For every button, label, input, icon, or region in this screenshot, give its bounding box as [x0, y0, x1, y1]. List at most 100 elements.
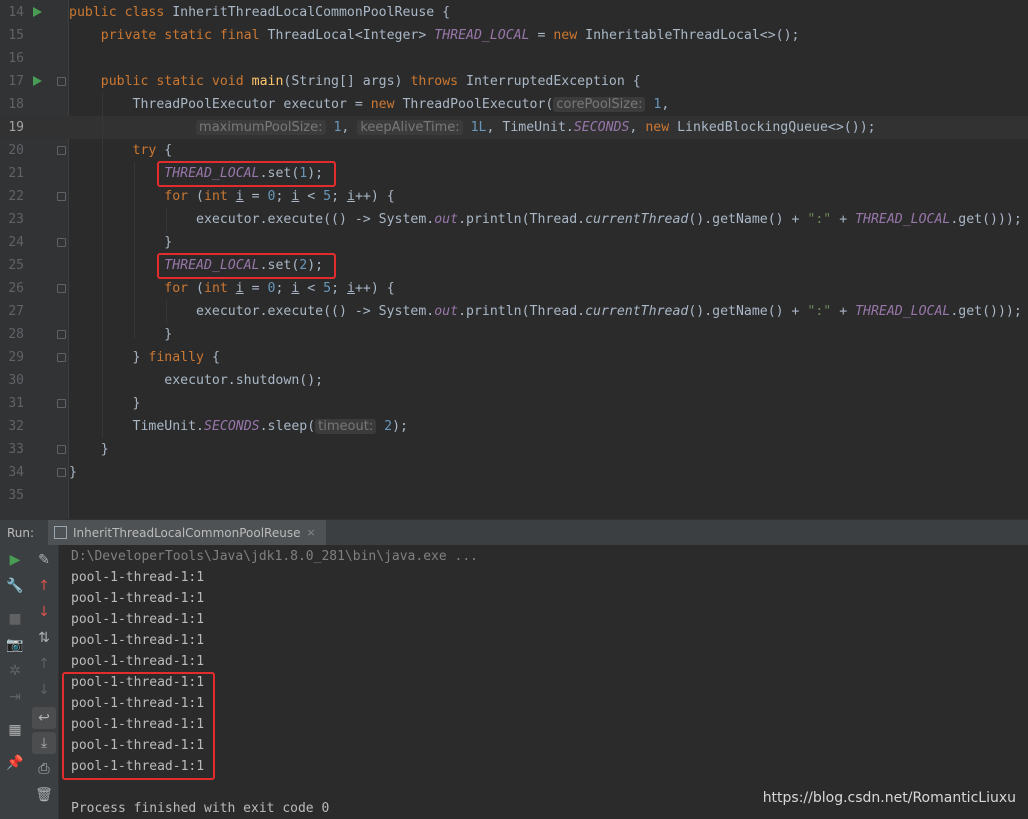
fold-icon[interactable]	[57, 192, 66, 201]
soft-wrap-icon[interactable]: ↩	[32, 707, 56, 729]
line-number: 33	[8, 442, 24, 457]
fold-icon[interactable]	[57, 77, 66, 86]
edit-icon[interactable]: ✎	[32, 549, 56, 571]
console-line: pool-1-thread-1:1	[71, 612, 205, 627]
code-text: ThreadPoolExecutor executor = new Thread…	[132, 97, 670, 112]
console-line: pool-1-thread-1:1	[71, 570, 205, 585]
indent-guide	[166, 300, 167, 323]
line-number: 17	[8, 74, 24, 89]
code-line[interactable]: 31 }	[0, 392, 1028, 415]
fold-icon[interactable]	[57, 445, 66, 454]
code-text: maximumPoolSize: 1, keepAliveTime: 1L, T…	[69, 116, 876, 139]
line-number: 26	[8, 281, 24, 296]
code-line[interactable]: 21 THREAD_LOCAL.set(1);	[0, 162, 1028, 185]
line-number: 24	[8, 235, 24, 250]
java-file-icon	[54, 526, 67, 539]
print-icon[interactable]: ⎙	[32, 758, 56, 780]
fold-icon[interactable]	[57, 284, 66, 293]
code-text: }	[69, 327, 173, 342]
code-editor[interactable]: 14 public class InheritThreadLocalCommon…	[0, 0, 1028, 519]
pin-icon[interactable]: 📌	[3, 752, 27, 774]
line-number: 15	[8, 28, 24, 43]
line-number: 19	[8, 120, 24, 135]
down-icon[interactable]: ↓	[32, 679, 56, 701]
arrow-down-icon[interactable]: ↓	[32, 601, 56, 623]
code-text: try {	[132, 143, 173, 158]
line-number: 30	[8, 373, 24, 388]
console-output[interactable]: D:\DeveloperTools\Java\jdk1.8.0_281\bin\…	[59, 545, 1028, 819]
code-line[interactable]: 29 } finally {	[0, 346, 1028, 369]
run-tab[interactable]: InheritThreadLocalCommonPoolReuse ×	[48, 520, 326, 545]
code-text: }	[69, 396, 141, 411]
up-icon[interactable]: ↑	[32, 653, 56, 675]
wrench-icon[interactable]: 🔧	[3, 575, 27, 597]
highlight-box-set-2	[157, 253, 336, 279]
fold-icon[interactable]	[57, 238, 66, 247]
line-number: 21	[8, 166, 24, 181]
code-line[interactable]: 25 THREAD_LOCAL.set(2);	[0, 254, 1028, 277]
console-exit-message: Process finished with exit code 0	[71, 801, 330, 816]
code-line[interactable]: 15 private static final ThreadLocal<Inte…	[0, 24, 1028, 47]
indent-guide	[102, 93, 103, 438]
line-number: 22	[8, 189, 24, 204]
camera-icon[interactable]: 📷	[3, 634, 27, 656]
line-number: 27	[8, 304, 24, 319]
rerun-icon[interactable]: ▶	[3, 549, 27, 571]
sort-icon[interactable]: ⇅	[32, 627, 56, 649]
code-text: } finally {	[69, 350, 220, 365]
code-text: TimeUnit.SECONDS.sleep(timeout: 2);	[132, 419, 408, 434]
code-line[interactable]: 17 public static void main(String[] args…	[0, 70, 1028, 93]
fold-icon[interactable]	[57, 399, 66, 408]
fold-icon[interactable]	[57, 353, 66, 362]
code-line-current[interactable]: 19 maximumPoolSize: 1, keepAliveTime: 1L…	[0, 116, 1028, 139]
fold-icon[interactable]	[57, 146, 66, 155]
code-line[interactable]: 24 }	[0, 231, 1028, 254]
indent-guide	[166, 208, 167, 231]
code-line[interactable]: 14 public class InheritThreadLocalCommon…	[0, 1, 1028, 24]
run-toolbar-right: ✎ ↑ ↓ ⇅ ↑ ↓ ↩ ⤓ ⎙ 🗑	[30, 545, 59, 819]
run-tool-window-header: Run: InheritThreadLocalCommonPoolReuse ×	[0, 519, 1028, 546]
console-command[interactable]: D:\DeveloperTools\Java\jdk1.8.0_281\bin\…	[71, 546, 478, 567]
code-line[interactable]: 33 }	[0, 438, 1028, 461]
code-line[interactable]: 34 }	[0, 461, 1028, 484]
code-line[interactable]: 18 ThreadPoolExecutor executor = new Thr…	[0, 93, 1028, 116]
layout-icon[interactable]: ▦	[3, 719, 27, 741]
run-main-icon[interactable]	[33, 76, 42, 86]
arrow-up-icon[interactable]: ↑	[32, 575, 56, 597]
code-line[interactable]: 35	[0, 484, 1028, 507]
code-line[interactable]: 20 try {	[0, 139, 1028, 162]
code-line[interactable]: 28 }	[0, 323, 1028, 346]
indent-guide	[134, 162, 135, 338]
code-line[interactable]: 22 for (int i = 0; i < 5; i++) {	[0, 185, 1028, 208]
console-line: pool-1-thread-1:1	[71, 591, 205, 606]
fold-icon[interactable]	[57, 468, 66, 477]
line-number: 25	[8, 258, 24, 273]
code-line[interactable]: 30 executor.shutdown();	[0, 369, 1028, 392]
console-line: pool-1-thread-1:1	[71, 654, 205, 669]
fold-icon[interactable]	[57, 330, 66, 339]
run-toolbar-left: ▶ 🔧 ■ 📷 ✲ ⇥ ▦ 📌	[0, 545, 30, 819]
close-icon[interactable]: ×	[306, 526, 315, 539]
exit-icon[interactable]: ⇥	[3, 686, 27, 708]
code-line[interactable]: 27 executor.execute(() -> System.out.pri…	[0, 300, 1028, 323]
code-text: executor.shutdown();	[164, 373, 324, 388]
highlight-box-set-1	[157, 161, 336, 187]
code-line[interactable]: 23 executor.execute(() -> System.out.pri…	[0, 208, 1028, 231]
code-text: executor.execute(() -> System.out.printl…	[196, 304, 1022, 319]
line-number: 31	[8, 396, 24, 411]
run-class-icon[interactable]	[33, 7, 42, 17]
console-line: pool-1-thread-1:1	[71, 633, 205, 648]
run-label: Run:	[7, 526, 35, 540]
line-number: 28	[8, 327, 24, 342]
code-line[interactable]: 32 TimeUnit.SECONDS.sleep(timeout: 2);	[0, 415, 1028, 438]
code-text: public class InheritThreadLocalCommonPoo…	[69, 5, 451, 20]
trash-icon[interactable]: 🗑	[32, 784, 56, 806]
code-line[interactable]: 26 for (int i = 0; i < 5; i++) {	[0, 277, 1028, 300]
line-number: 14	[8, 5, 24, 20]
debug-icon[interactable]: ✲	[3, 660, 27, 682]
scroll-to-end-icon[interactable]: ⤓	[32, 732, 56, 754]
code-line[interactable]: 16	[0, 47, 1028, 70]
highlight-box-output	[62, 672, 215, 780]
line-number: 20	[8, 143, 24, 158]
stop-icon[interactable]: ■	[3, 608, 27, 630]
